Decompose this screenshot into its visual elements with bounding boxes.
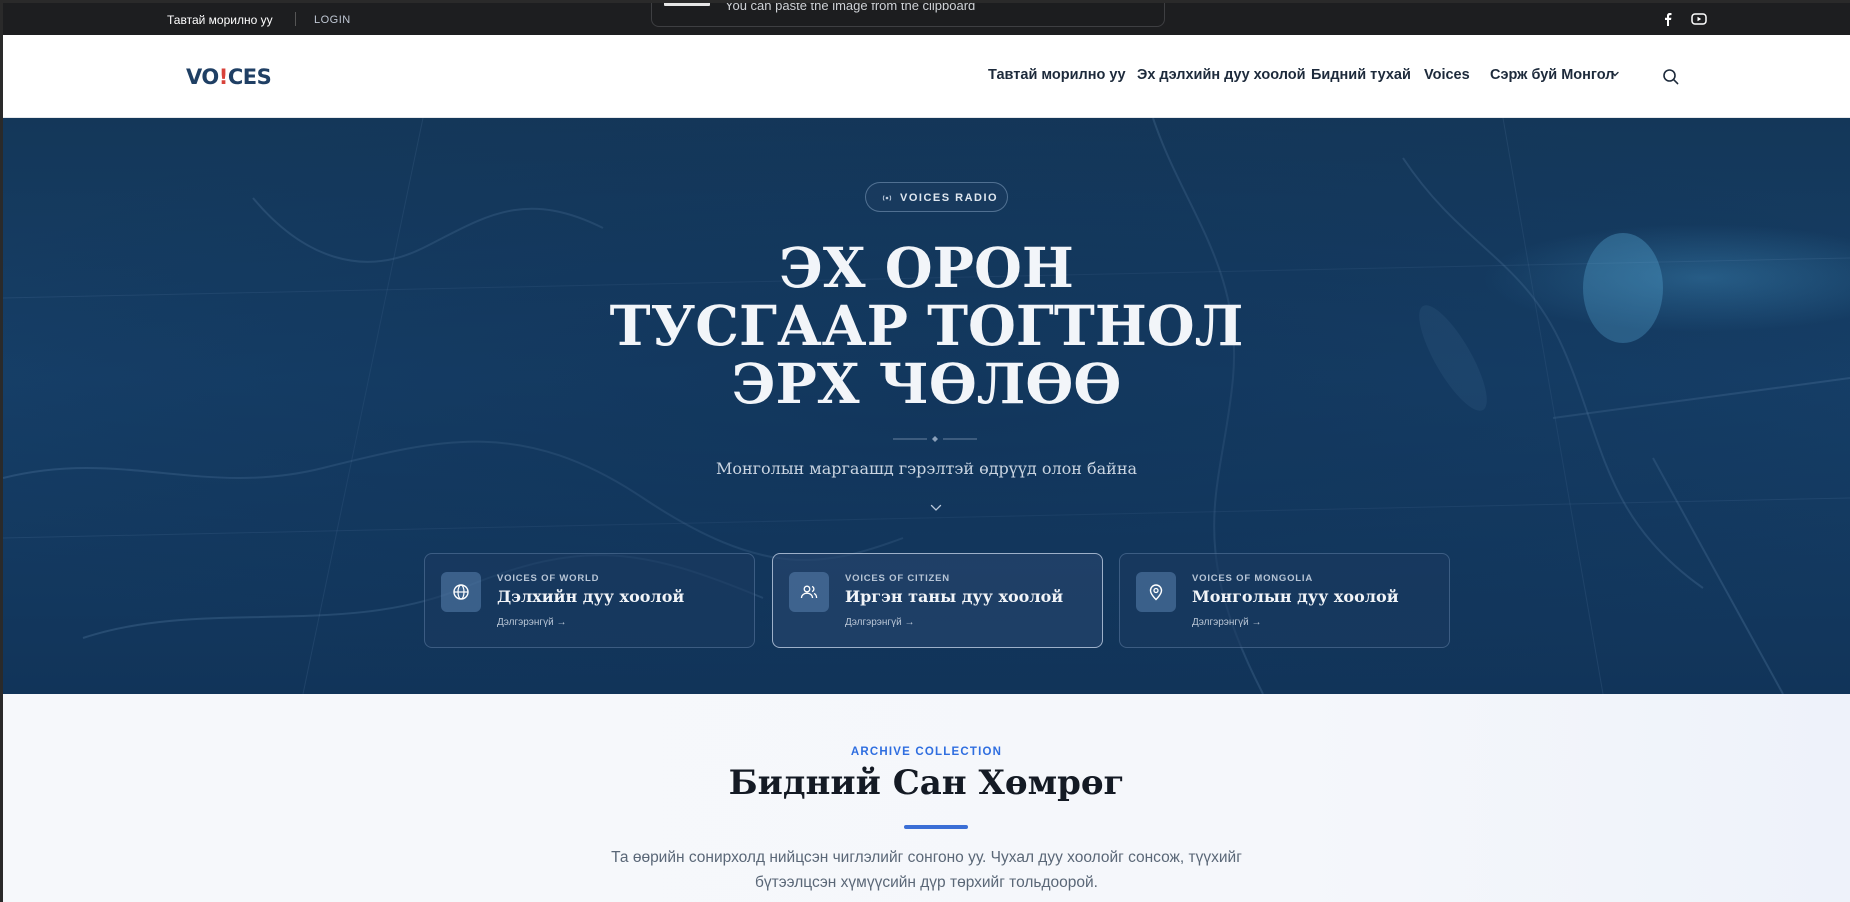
- archive-kicker: ARCHIVE COLLECTION: [850, 746, 1003, 758]
- logo-text-bang: !: [218, 65, 229, 89]
- hero-title-line-2: ТУСГААР ТОГТНОЛ: [609, 293, 1244, 358]
- card-kicker: VOICES OF CITIZEN: [845, 573, 950, 584]
- facebook-icon[interactable]: [1661, 12, 1675, 26]
- login-link[interactable]: LOGIN: [314, 14, 351, 26]
- hero-title-line-3: ЭРХ ЧӨЛӨӨ: [731, 351, 1122, 416]
- clipboard-notification: You can paste the image from the clipboa…: [651, 3, 1165, 27]
- logo-text-pre: VO: [186, 65, 219, 89]
- nav-item-welcome[interactable]: Тавтай морилно уу: [988, 67, 1126, 83]
- hero-title-line-1: ЭХ ОРОН: [779, 235, 1074, 300]
- card-title: Иргэн таны дуу хоолой: [845, 587, 1064, 606]
- chevron-down-icon[interactable]: [1610, 69, 1620, 79]
- users-icon: [800, 585, 818, 599]
- card-icon-box: [1136, 572, 1176, 612]
- hero-section: VOICES RADIO ЭХ ОРОН ТУСГААР ТОГТНОЛ ЭРХ…: [3, 118, 1850, 694]
- search-icon[interactable]: [1662, 68, 1680, 86]
- title-divider-ornament: [893, 436, 977, 442]
- card-icon-box: [441, 572, 481, 612]
- voices-radio-badge[interactable]: VOICES RADIO: [865, 182, 1008, 212]
- youtube-icon[interactable]: [1691, 12, 1707, 26]
- notification-bar: [664, 3, 710, 6]
- card-kicker: VOICES OF WORLD: [497, 573, 600, 584]
- globe-icon: [453, 584, 469, 600]
- site-logo[interactable]: VO!CES: [186, 65, 272, 89]
- card-kicker: VOICES OF MONGOLIA: [1192, 573, 1314, 584]
- card-voices-of-citizen[interactable]: VOICES OF CITIZEN Иргэн таны дуу хоолой …: [772, 553, 1103, 648]
- archive-section: ARCHIVE COLLECTION Бидний Сан Хөмрөг Та …: [3, 694, 1850, 902]
- card-title: Монголын дуу хоолой: [1192, 587, 1399, 606]
- topbar-welcome-text: Тавтай морилно уу: [167, 13, 273, 27]
- card-title: Дэлхийн дуу хоолой: [497, 587, 685, 606]
- card-more-link[interactable]: Дэлгэрэнгүй →: [845, 617, 914, 628]
- hero-subtitle: Монголын маргаашд гэрэлтэй өдрүүд олон б…: [715, 459, 1138, 478]
- card-voices-of-mongolia[interactable]: VOICES OF MONGOLIA Монголын дуу хоолой Д…: [1119, 553, 1450, 648]
- archive-title-underline: [904, 825, 968, 829]
- map-pin-icon: [1149, 584, 1163, 601]
- card-voices-of-world[interactable]: VOICES OF WORLD Дэлхийн дуу хоолой Дэлгэ…: [424, 553, 755, 648]
- notification-message: You can paste the image from the clipboa…: [725, 3, 976, 13]
- nav-item-about[interactable]: Бидний тухай: [1311, 67, 1411, 83]
- card-icon-box: [789, 572, 829, 612]
- archive-description: Та өөрийн сонирхолд нийцсэн чиглэлийг со…: [3, 845, 1850, 895]
- browser-page: Тавтай морилно уу LOGIN You can paste th…: [3, 3, 1850, 902]
- nav-item-rising-mongolia[interactable]: Сэрж буй Монгол: [1490, 67, 1614, 83]
- nav-item-world-voices[interactable]: Эх дэлхийн дуу хоолой: [1137, 67, 1306, 83]
- radio-icon: [882, 195, 892, 201]
- archive-description-line-2: бүтээлцсэн хүмүүсийн дүр төрхийг тольдоо…: [755, 874, 1098, 891]
- topbar-divider: [295, 12, 296, 26]
- scroll-down-chevron-icon[interactable]: [930, 504, 942, 512]
- archive-description-line-1: Та өөрийн сонирхолд нийцсэн чиглэлийг со…: [611, 849, 1242, 866]
- radio-badge-label: VOICES RADIO: [900, 192, 999, 204]
- card-more-link[interactable]: Дэлгэрэнгүй →: [497, 617, 566, 628]
- card-more-link[interactable]: Дэлгэрэнгүй →: [1192, 617, 1261, 628]
- archive-title: Бидний Сан Хөмрөг: [728, 763, 1125, 803]
- nav-item-voices[interactable]: Voices: [1424, 67, 1470, 83]
- main-navigation: VO!CES Тавтай морилно уу Эх дэлхийн дуу …: [3, 35, 1850, 118]
- logo-text-post: CES: [227, 65, 272, 89]
